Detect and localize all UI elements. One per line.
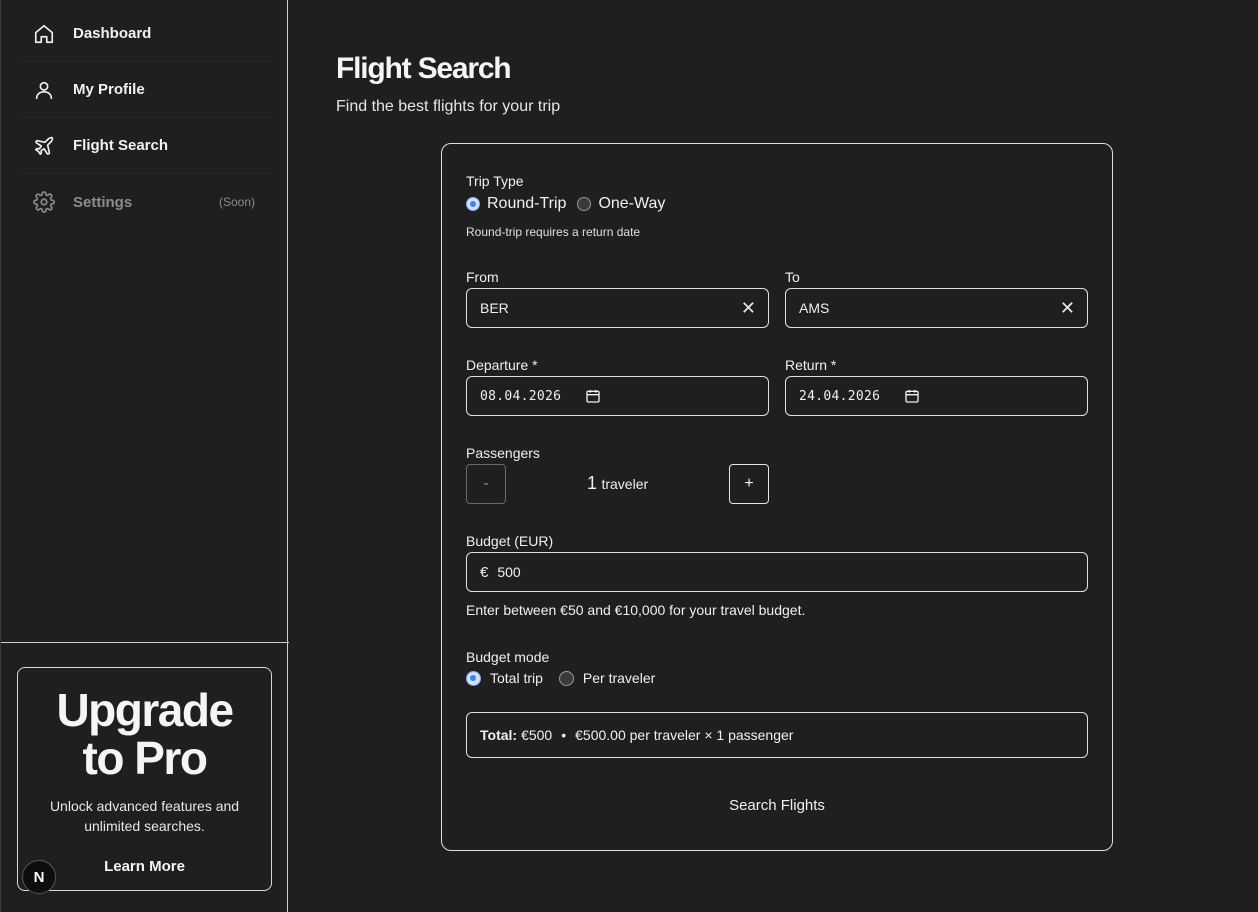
summary-per-traveler: €500.00 per traveler × 1 passenger — [575, 727, 794, 743]
return-label: Return * — [785, 357, 837, 373]
sidebar: Dashboard My Profile Flight Search Setti… — [0, 0, 289, 912]
calendar-icon[interactable] — [585, 388, 601, 407]
sidebar-divider — [1, 642, 289, 643]
sidebar-item-label: Flight Search — [73, 137, 169, 154]
departure-value: 08.04.2026 — [480, 388, 562, 404]
clear-from-icon[interactable]: ✕ — [741, 298, 756, 319]
increase-passengers-button[interactable]: + — [729, 464, 769, 504]
budget-value: 500 — [497, 564, 521, 580]
passenger-count: 1 traveler — [587, 473, 649, 493]
round-trip-radio[interactable] — [466, 197, 480, 211]
summary-separator: • — [561, 727, 567, 743]
gear-icon — [31, 189, 57, 215]
learn-more-button[interactable]: Learn More — [104, 858, 185, 875]
budget-input[interactable]: € 500 — [466, 552, 1088, 592]
sidebar-item-label: Dashboard — [73, 25, 152, 42]
to-value: AMS — [799, 300, 830, 316]
return-date-input[interactable]: 24.04.2026 — [785, 376, 1088, 416]
departure-label: Departure * — [466, 357, 538, 373]
sidebar-item-my-profile[interactable]: My Profile — [17, 62, 273, 118]
upgrade-promo-card: Upgrade to Pro Unlock advanced features … — [17, 667, 272, 891]
clear-to-icon[interactable]: ✕ — [1060, 298, 1075, 319]
page-title: Flight Search — [336, 52, 512, 85]
from-input[interactable]: BER ✕ — [466, 288, 769, 328]
plane-icon — [31, 133, 57, 159]
budget-mode-label: Budget mode — [466, 649, 550, 665]
round-trip-label[interactable]: Round-Trip — [487, 195, 566, 213]
passengers-label: Passengers — [466, 445, 540, 461]
one-way-label[interactable]: One-Way — [598, 195, 665, 213]
per-traveler-label[interactable]: Per traveler — [583, 670, 655, 686]
sidebar-item-flight-search[interactable]: Flight Search — [17, 118, 273, 174]
trip-type-radio-group: Round-Trip One-Way — [466, 195, 665, 213]
summary-total-value: €500 — [521, 727, 553, 743]
budget-mode-radio-group: Total trip Per traveler — [466, 670, 655, 686]
sidebar-item-label: My Profile — [73, 81, 145, 98]
budget-summary: Total: €500 • €500.00 per traveler × 1 p… — [466, 712, 1088, 758]
summary-total-label: Total: — [480, 727, 518, 743]
trip-type-hint: Round-trip requires a return date — [466, 225, 641, 239]
soon-badge: (Soon) — [218, 195, 255, 209]
from-label: From — [466, 269, 499, 285]
to-input[interactable]: AMS ✕ — [785, 288, 1088, 328]
from-value: BER — [480, 300, 509, 316]
home-icon — [31, 21, 57, 47]
promo-text: Unlock advanced features and unlimited s… — [49, 798, 240, 834]
promo-title: Upgrade to Pro — [56, 684, 234, 784]
departure-date-input[interactable]: 08.04.2026 — [466, 376, 769, 416]
next-logo-badge[interactable]: N — [22, 860, 56, 894]
app-window: Dashboard My Profile Flight Search Setti… — [0, 0, 1258, 912]
return-value: 24.04.2026 — [799, 388, 881, 404]
sidebar-item-label: Settings — [73, 193, 133, 211]
total-trip-radio[interactable] — [466, 670, 481, 686]
one-way-radio[interactable] — [577, 197, 592, 211]
trip-type-label: Trip Type — [466, 173, 524, 189]
total-trip-label[interactable]: Total trip — [490, 670, 543, 686]
to-label: To — [785, 269, 800, 285]
sidebar-item-dashboard[interactable]: Dashboard — [17, 6, 273, 62]
budget-hint: Enter between €50 and €10,000 for your t… — [466, 602, 806, 618]
sidebar-item-settings: Settings (Soon) — [17, 174, 273, 230]
budget-label: Budget (EUR) — [466, 533, 554, 549]
page-subtitle: Find the best flights for your trip — [336, 98, 561, 115]
user-icon — [31, 77, 57, 103]
search-flights-button[interactable]: Search Flights — [466, 787, 1088, 823]
per-traveler-radio[interactable] — [558, 670, 574, 686]
calendar-icon[interactable] — [904, 388, 920, 407]
euro-icon: € — [480, 563, 489, 581]
decrease-passengers-button[interactable]: - — [466, 464, 506, 504]
